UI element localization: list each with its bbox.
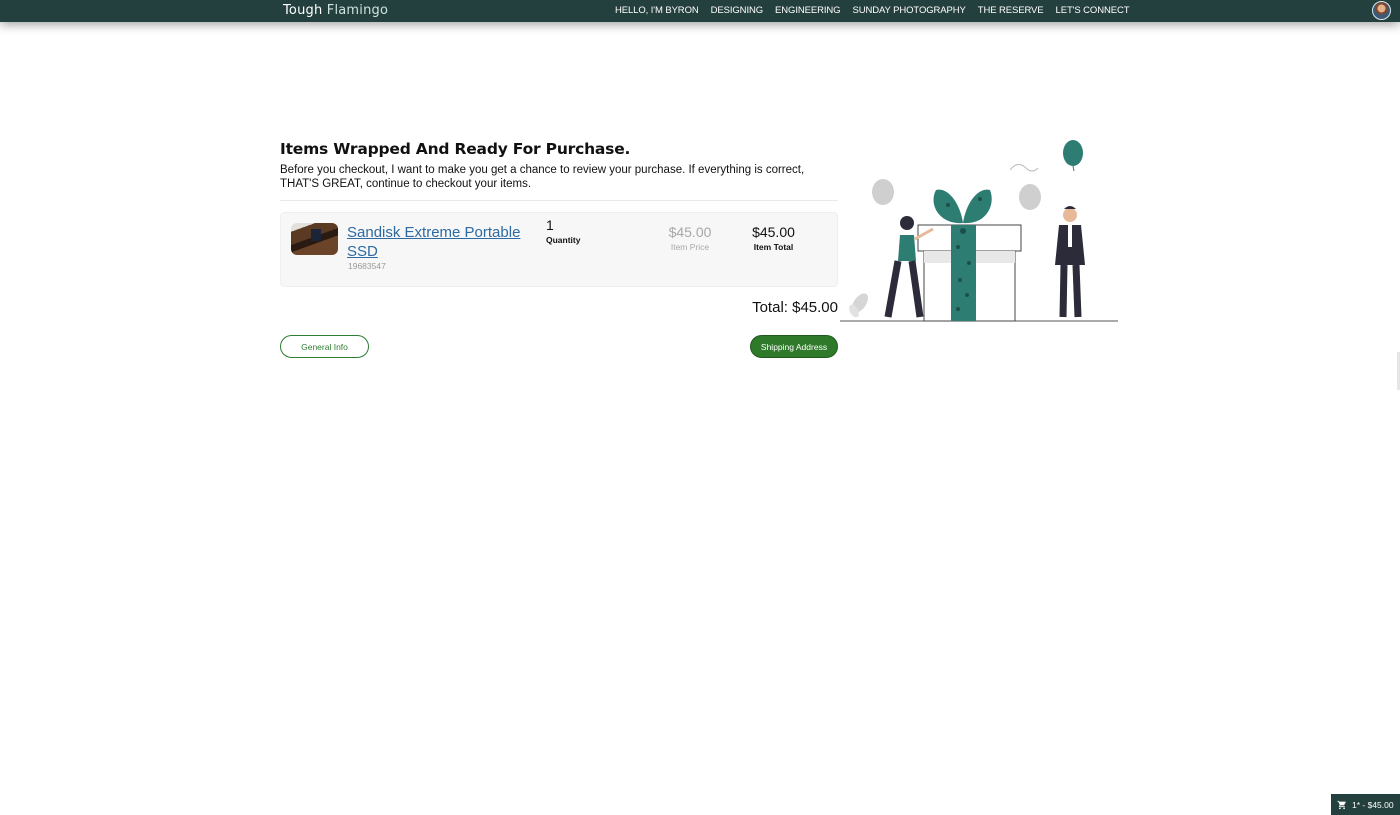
nav-item-hello[interactable]: HELLO, I'M BYRON xyxy=(615,5,699,16)
ribbon-dot xyxy=(956,245,960,249)
balloon-string xyxy=(1072,165,1075,172)
product-name-link[interactable]: Sandisk Extreme Portable SSD xyxy=(347,223,532,261)
bow-right xyxy=(963,189,992,224)
bow-dot xyxy=(946,203,950,207)
item-price-value: $45.00 xyxy=(668,224,712,240)
man-head xyxy=(1063,208,1077,222)
nav-item-sunday-photography[interactable]: SUNDAY PHOTOGRAPHY xyxy=(852,5,965,16)
man-shirt xyxy=(1068,225,1072,247)
bow-dot xyxy=(978,197,982,201)
laptop-screen-graphic xyxy=(311,229,321,241)
woman-top xyxy=(898,235,916,261)
ribbon-dot xyxy=(965,293,969,297)
cart-icon xyxy=(1337,800,1346,809)
ribbon-dot xyxy=(967,261,971,265)
cart-summary-chip[interactable]: 1* - $45.00 xyxy=(1331,794,1400,815)
main-nav: HELLO, I'M BYRON DESIGNING ENGINEERING S… xyxy=(615,5,1130,16)
general-info-button[interactable]: General Info xyxy=(280,335,369,358)
divider xyxy=(280,200,838,201)
cart-item-card: Sandisk Extreme Portable SSD 19683547 1 … xyxy=(280,212,838,287)
item-price-label: Item Price xyxy=(670,242,710,252)
user-avatar[interactable] xyxy=(1372,1,1391,20)
ribbon-vertical xyxy=(951,225,976,321)
item-total-label: Item Total xyxy=(753,242,794,252)
product-thumbnail[interactable] xyxy=(291,223,338,255)
gift-illustration xyxy=(840,140,1118,322)
order-total: Total: $45.00 xyxy=(752,299,838,316)
brand-name-part2: Flamingo xyxy=(326,3,389,18)
shipping-address-button[interactable]: Shipping Address xyxy=(750,335,838,358)
woman-head xyxy=(900,216,914,230)
ribbon-dot xyxy=(960,228,966,234)
page-title: Items Wrapped And Ready For Purchase. xyxy=(280,140,631,158)
quantity-label: Quantity xyxy=(546,235,581,245)
man-hair xyxy=(1064,206,1076,209)
cart-summary-label: 1* - $45.00 xyxy=(1352,799,1394,810)
ribbon-dot xyxy=(956,307,960,311)
man-legs xyxy=(1059,264,1082,318)
quantity-value: 1 xyxy=(546,217,554,233)
ribbon-dot xyxy=(958,278,962,282)
brand-name-part1: Tough xyxy=(283,3,323,18)
nav-item-lets-connect[interactable]: LET'S CONNECT xyxy=(1056,5,1130,16)
brand-logo[interactable]: Tough Flamingo xyxy=(283,3,388,18)
woman-legs xyxy=(884,260,924,318)
product-sku: 19683547 xyxy=(348,261,386,271)
gray-balloon-left xyxy=(872,179,894,205)
nav-item-engineering[interactable]: ENGINEERING xyxy=(775,5,841,16)
teal-balloon xyxy=(1063,140,1083,166)
top-navbar: Tough Flamingo HELLO, I'M BYRON DESIGNIN… xyxy=(0,0,1400,22)
page-intro: Before you checkout, I want to make you … xyxy=(280,164,805,190)
nav-item-the-reserve[interactable]: THE RESERVE xyxy=(978,5,1044,16)
gray-balloon-right xyxy=(1019,184,1041,210)
nav-item-designing[interactable]: DESIGNING xyxy=(711,5,764,16)
item-total-value: $45.00 xyxy=(752,224,795,240)
swirl-decoration xyxy=(1009,164,1039,172)
